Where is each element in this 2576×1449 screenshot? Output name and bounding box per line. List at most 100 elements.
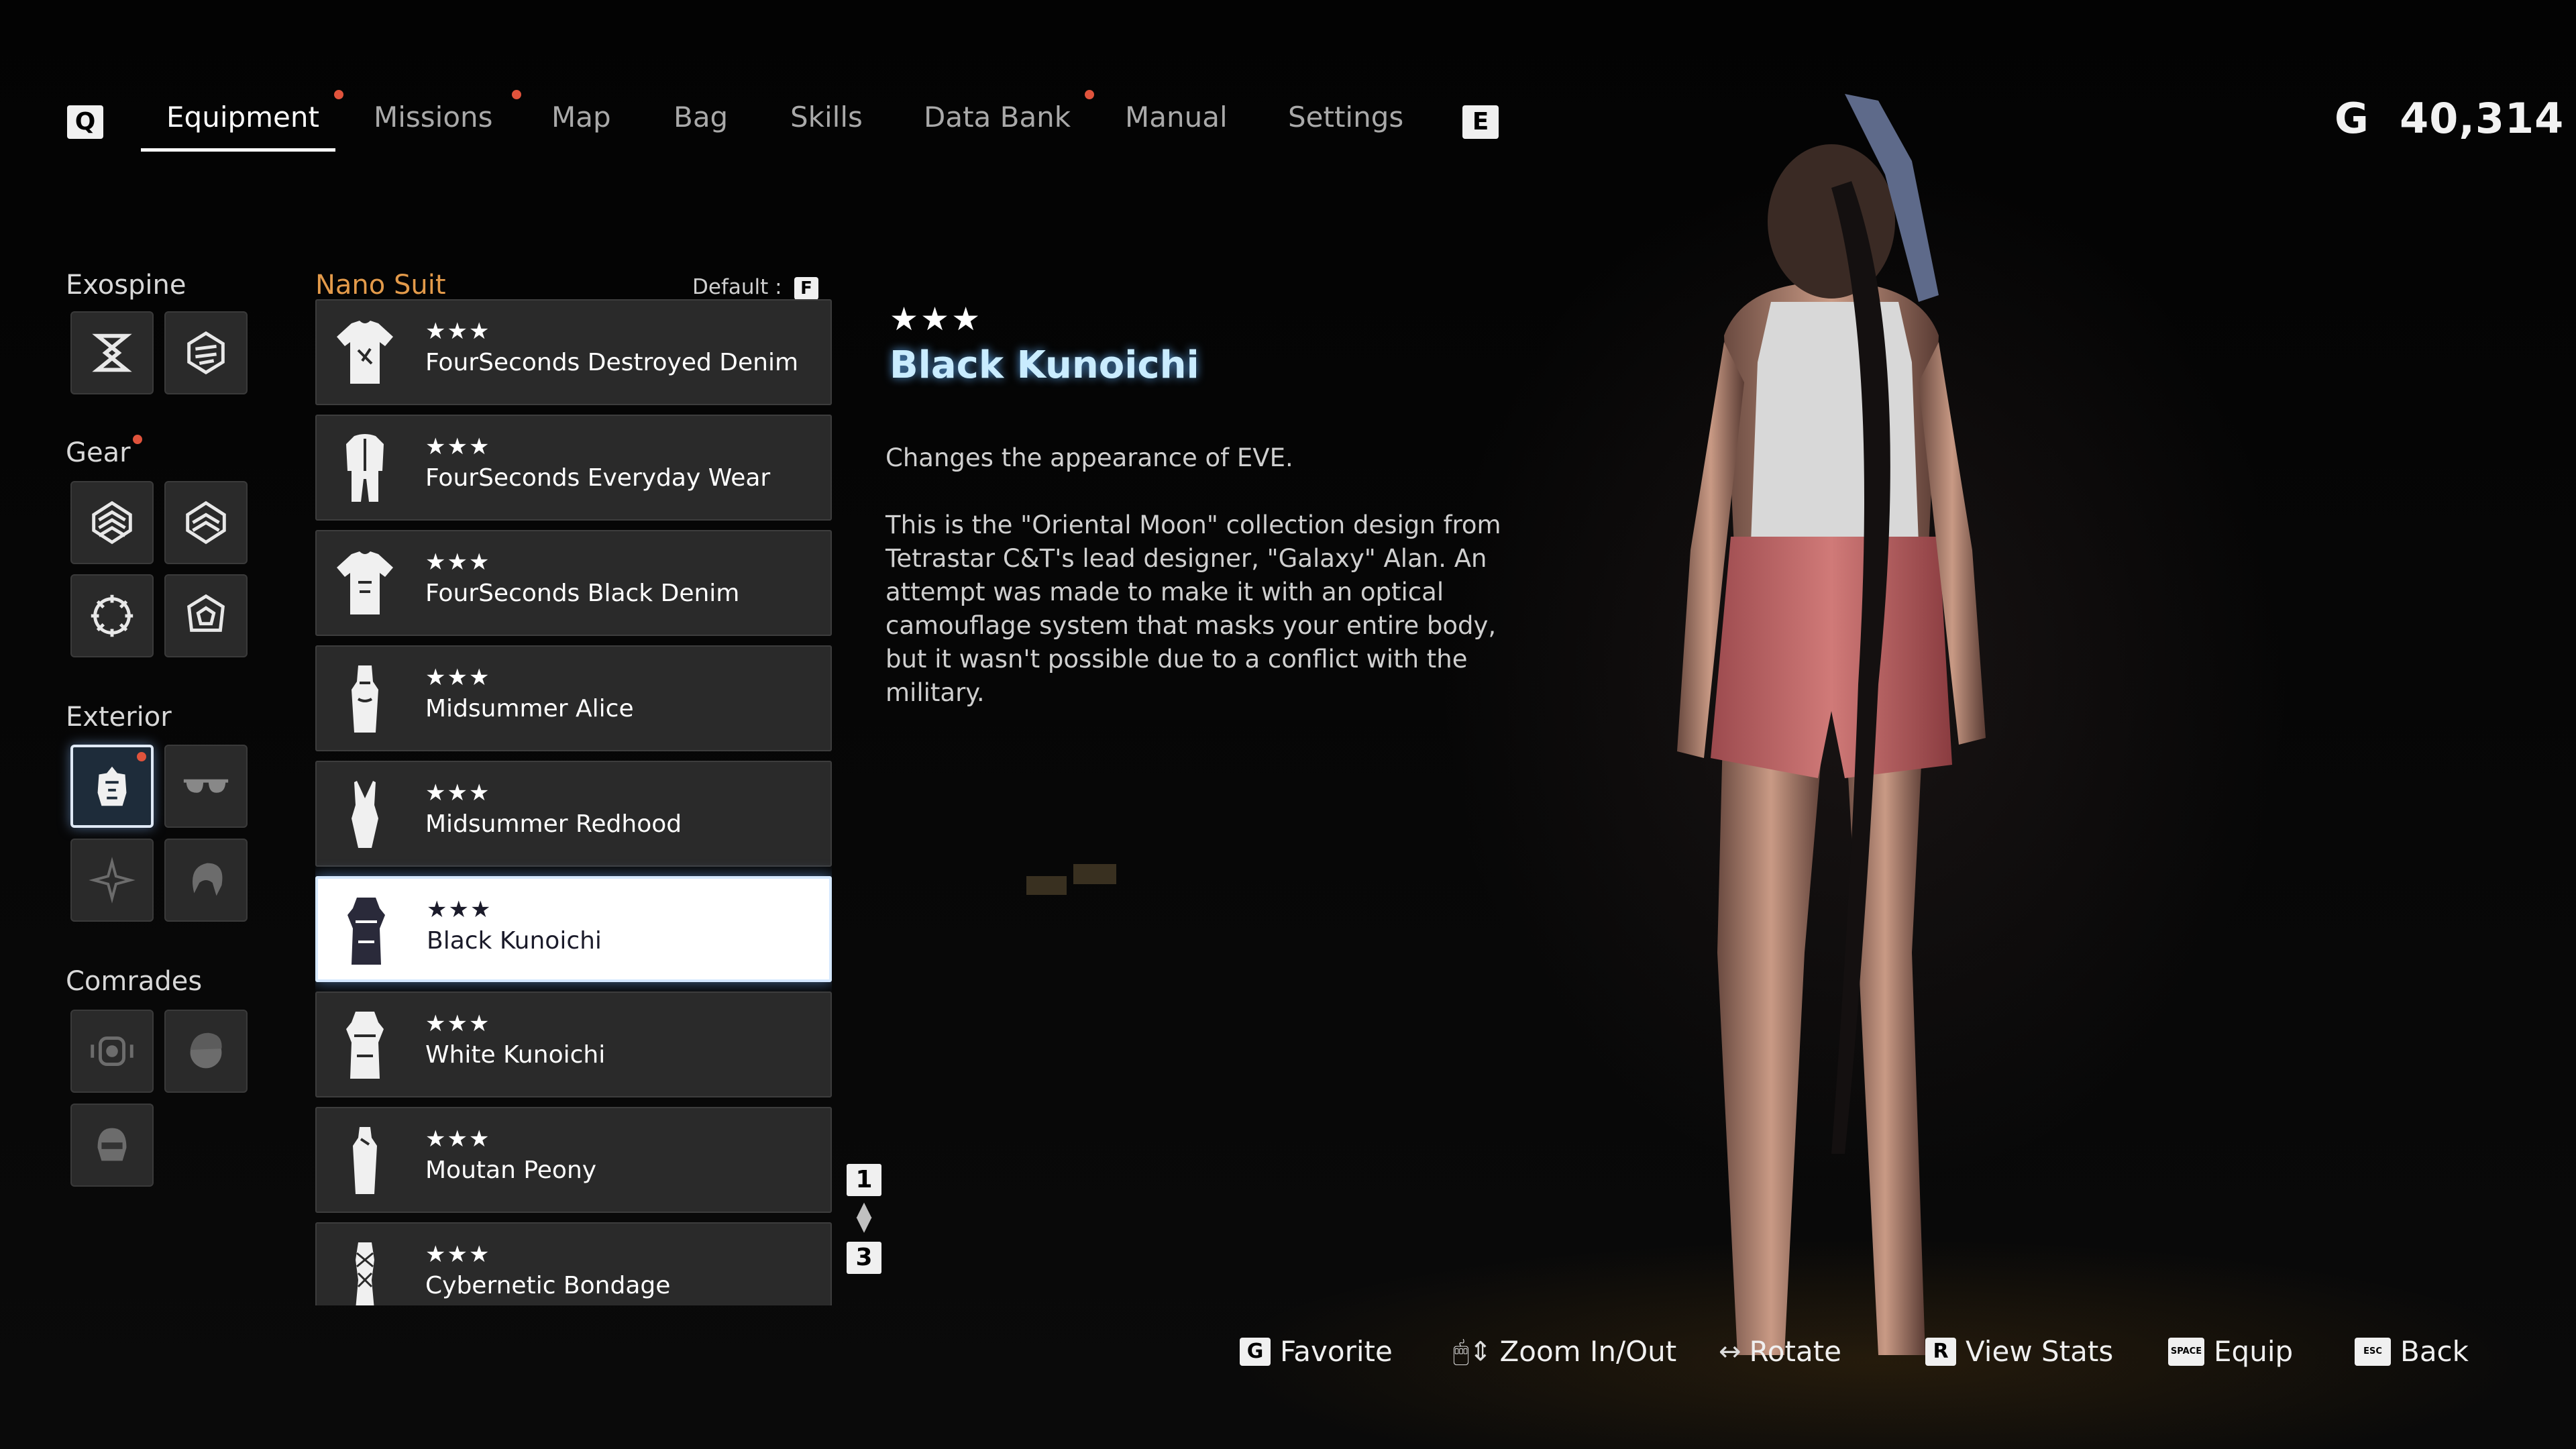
tab-data-bank[interactable]: Data Bank xyxy=(924,101,1071,133)
rarity-stars: ★★★ xyxy=(425,664,491,691)
comrade-slot-2[interactable] xyxy=(164,1010,248,1093)
gear-slot-1[interactable] xyxy=(70,481,154,564)
currency-display: G 40,314 xyxy=(2334,94,2564,143)
comrade-face-icon xyxy=(190,1032,222,1069)
mouse-wheel-icon: 🖱︎⇕ xyxy=(1453,1336,1492,1367)
character-model[interactable] xyxy=(1563,80,2100,1449)
category-comrades-label: Comrades xyxy=(66,966,203,997)
exospine-icon xyxy=(187,331,225,375)
list-item[interactable]: ★★★ Moutan Peony xyxy=(315,1107,832,1213)
favorite-prompt[interactable]: G Favorite xyxy=(1240,1335,1393,1368)
exterior-slot-effect[interactable] xyxy=(70,839,154,922)
view-stats-key: R xyxy=(1925,1337,1956,1366)
exterior-slot-accessory[interactable] xyxy=(164,745,248,828)
tab-manual[interactable]: Manual xyxy=(1125,101,1228,133)
list-item[interactable]: ★★★ FourSeconds Destroyed Denim xyxy=(315,299,832,405)
default-sort-label: Default : xyxy=(692,275,782,299)
rarity-stars: ★★★ xyxy=(425,1126,491,1152)
tab-bag[interactable]: Bag xyxy=(674,101,728,133)
default-key[interactable]: F xyxy=(794,277,818,300)
zoom-prompt[interactable]: 🖱︎⇕ Zoom In/Out xyxy=(1453,1335,1676,1368)
notification-dot xyxy=(334,90,343,99)
gear-slot-3[interactable] xyxy=(70,574,154,657)
view-stats-prompt[interactable]: R View Stats xyxy=(1925,1335,2113,1368)
item-name: Midsummer Alice xyxy=(425,695,634,722)
equip-prompt[interactable]: SPACE Equip xyxy=(2168,1335,2293,1368)
next-tab-key[interactable]: E xyxy=(1462,105,1499,139)
list-item-selected[interactable]: ★★★ Black Kunoichi xyxy=(315,876,832,982)
back-prompt[interactable]: ESC Back xyxy=(2355,1335,2469,1368)
nano-suit-list[interactable]: ★★★ FourSeconds Destroyed Denim ★★★ Four… xyxy=(315,299,832,1305)
gear-chip-icon xyxy=(186,500,226,545)
rarity-stars: ★★★ xyxy=(425,1241,491,1268)
tab-settings[interactable]: Settings xyxy=(1288,101,1403,133)
rarity-stars: ★★★ xyxy=(425,549,491,576)
exospine-slot-1[interactable] xyxy=(70,311,154,394)
category-gear-label: Gear xyxy=(66,437,131,468)
qipao-icon xyxy=(353,1127,377,1194)
active-tab-underline xyxy=(141,148,335,152)
notification-dot xyxy=(1085,90,1094,99)
currency-symbol: G xyxy=(2334,94,2369,143)
back-label: Back xyxy=(2400,1335,2469,1368)
list-item[interactable]: ★★★ FourSeconds Black Denim xyxy=(315,530,832,636)
currency-amount: 40,314 xyxy=(2400,94,2565,143)
gear-slot-2[interactable] xyxy=(164,481,248,564)
tab-equipment[interactable]: Equipment xyxy=(166,101,319,133)
comrade-slot-3[interactable] xyxy=(70,1104,154,1187)
mouse-drag-icon: ↔ xyxy=(1719,1336,1741,1367)
sparkle-icon xyxy=(89,857,136,904)
hairstyle-icon xyxy=(193,863,223,896)
exospine-icon xyxy=(92,333,132,372)
list-item[interactable]: ★★★ Midsummer Alice xyxy=(315,645,832,751)
rarity-stars: ★★★ xyxy=(425,318,491,345)
rotate-prompt[interactable]: ↔ Rotate xyxy=(1719,1335,1841,1368)
detail-rarity-stars: ★★★ xyxy=(890,301,983,338)
rarity-stars: ★★★ xyxy=(427,896,492,923)
swimsuit-icon xyxy=(352,781,378,848)
item-name: Midsummer Redhood xyxy=(425,810,682,838)
list-item[interactable]: ★★★ White Kunoichi xyxy=(315,991,832,1097)
gear-core-icon xyxy=(187,594,225,632)
gear-slot-4[interactable] xyxy=(164,574,248,657)
detail-description-summary: Changes the appearance of EVE. xyxy=(885,443,1293,472)
notification-dot xyxy=(512,90,521,99)
page-switch-icon[interactable]: ▲ ▼ xyxy=(853,1199,875,1234)
category-exterior-label: Exterior xyxy=(66,702,172,733)
back-key: ESC xyxy=(2355,1337,2391,1366)
helmet-icon xyxy=(97,1128,127,1161)
page-total: 3 xyxy=(847,1242,881,1274)
rarity-stars: ★★★ xyxy=(425,1010,491,1037)
suit-icon xyxy=(97,766,127,806)
list-title: Nano Suit xyxy=(315,270,446,301)
exospine-slot-2[interactable] xyxy=(164,311,248,394)
dress-icon xyxy=(352,665,378,733)
equip-label: Equip xyxy=(2214,1335,2294,1368)
tshirt-icon xyxy=(337,321,393,384)
list-item[interactable]: ★★★ Cybernetic Bondage xyxy=(315,1222,832,1305)
list-item[interactable]: ★★★ Midsummer Redhood xyxy=(315,761,832,867)
zoom-label: Zoom In/Out xyxy=(1499,1335,1677,1368)
tab-map[interactable]: Map xyxy=(551,101,611,133)
prev-tab-key[interactable]: Q xyxy=(67,105,103,139)
tshirt-icon xyxy=(337,551,393,614)
item-name: Moutan Peony xyxy=(425,1157,597,1184)
tab-missions[interactable]: Missions xyxy=(374,101,493,133)
notification-dot xyxy=(137,752,146,761)
gear-chip-icon xyxy=(92,500,132,545)
equip-key: SPACE xyxy=(2168,1337,2204,1366)
tab-skills[interactable]: Skills xyxy=(790,101,863,133)
item-name: Black Kunoichi xyxy=(427,927,602,955)
hoodie-outfit-icon xyxy=(346,434,384,502)
comrade-slot-1[interactable] xyxy=(70,1010,154,1093)
rarity-stars: ★★★ xyxy=(425,780,491,806)
item-name: Cybernetic Bondage xyxy=(425,1272,671,1299)
exterior-slot-hairstyle[interactable] xyxy=(164,839,248,922)
detail-title: Black Kunoichi xyxy=(890,343,1199,387)
kunoichi-outfit-icon xyxy=(347,898,385,965)
gear-core-icon xyxy=(91,594,133,637)
notification-dot xyxy=(133,435,142,444)
bodysuit-icon xyxy=(356,1242,374,1305)
list-item[interactable]: ★★★ FourSeconds Everyday Wear xyxy=(315,415,832,521)
item-name: White Kunoichi xyxy=(425,1041,606,1069)
